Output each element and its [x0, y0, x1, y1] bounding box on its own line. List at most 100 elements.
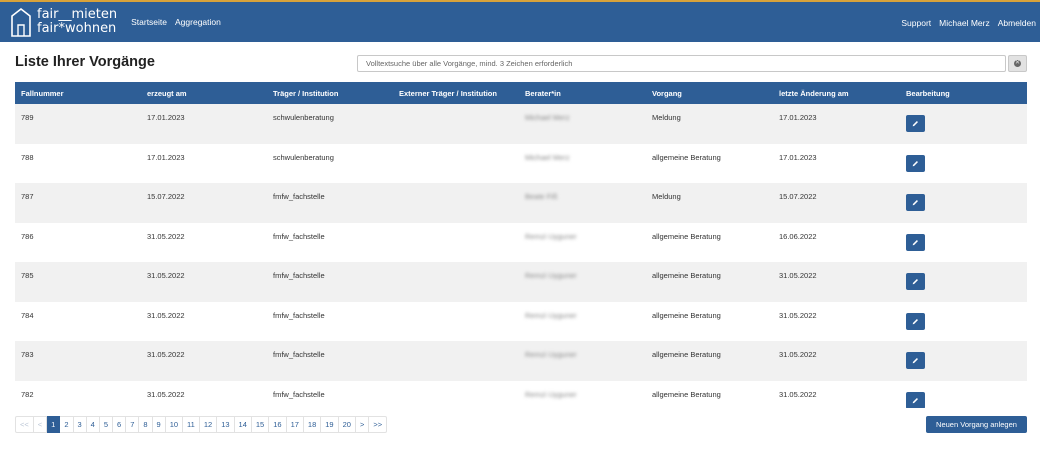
- pagination-page[interactable]: 18: [303, 416, 322, 433]
- cell-externer-traeger: [393, 381, 519, 409]
- table-row[interactable]: 785 31.05.2022 fmfw_fachstelle Remzi Uygune…: [15, 262, 1027, 302]
- table-row[interactable]: 782 31.05.2022 fmfw_fachstelle Remzi Uygune…: [15, 380, 1027, 409]
- pagination-page[interactable]: 9: [152, 416, 166, 433]
- pagination: << < 1 2 3 4 5 6 7 8 9 10 11 12 13 14 15 16 17 18 19 20 > >…: [15, 416, 388, 433]
- pagination-page[interactable]: 5: [99, 416, 114, 433]
- cell-fallnummer: 783: [21, 350, 34, 359]
- cell-erzeugt-am: 31.05.2022: [147, 310, 185, 320]
- cell-externer-traeger: [393, 104, 519, 144]
- edit-button[interactable]: [906, 312, 925, 330]
- cell-berater: Michael Merz: [525, 152, 570, 162]
- edit-button[interactable]: [906, 391, 925, 408]
- pagination-page[interactable]: 1: [47, 416, 61, 433]
- edit-button[interactable]: [906, 154, 925, 172]
- pagination-page[interactable]: 10: [165, 416, 184, 433]
- pagination-prev[interactable]: <: [33, 416, 48, 433]
- table-row[interactable]: 783 31.05.2022 fmfw_fachstelle Remzi Uygune…: [15, 341, 1027, 381]
- nav-user-name[interactable]: Michael Merz: [939, 18, 990, 28]
- cell-externer-traeger: [393, 223, 519, 263]
- cell-bearbeitung: [900, 144, 1027, 184]
- pagination-page[interactable]: 7: [126, 416, 140, 433]
- col-traeger[interactable]: Träger / Institution: [267, 82, 393, 104]
- edit-button[interactable]: [906, 273, 925, 290]
- col-berater[interactable]: Berater*in: [519, 82, 646, 104]
- cell-letzte-aenderung: 15.07.2022: [779, 192, 817, 201]
- pagination-first[interactable]: <<: [15, 416, 34, 433]
- pagination-page[interactable]: 14: [234, 416, 252, 433]
- cell-fallnummer: 786: [21, 231, 34, 241]
- search-input[interactable]: [357, 55, 1006, 72]
- cell-externer-traeger: [393, 144, 519, 184]
- cell-bearbeitung: [900, 223, 1027, 263]
- pagination-page[interactable]: 2: [60, 416, 74, 433]
- col-vorgang[interactable]: Vorgang: [646, 82, 773, 104]
- pagination-next[interactable]: >: [355, 416, 370, 433]
- new-case-button[interactable]: Neuen Vorgang anlegen: [926, 416, 1027, 433]
- cell-berater: Michael Merz: [525, 113, 570, 122]
- col-bearbeitung: Bearbeitung: [906, 88, 950, 98]
- cell-traeger: fmfw_fachstelle: [273, 192, 325, 201]
- cell-berater: Beate Fiß: [525, 192, 558, 201]
- pagination-page[interactable]: 17: [286, 416, 304, 433]
- table-row[interactable]: 788 17.01.2023 schwulenberatung Michael Mer…: [15, 143, 1027, 184]
- pagination-page[interactable]: 11: [183, 416, 200, 433]
- col-fallnummer[interactable]: Fallnummer: [15, 82, 141, 104]
- col-letzte-aenderung[interactable]: letzte Änderung am: [773, 82, 900, 104]
- cell-erzeugt-am: 17.01.2023: [147, 113, 185, 122]
- pagination-page[interactable]: 13: [217, 416, 235, 433]
- col-externer-traeger[interactable]: Externer Träger / Institution: [393, 82, 519, 104]
- search-clear-button[interactable]: ✕: [1008, 55, 1027, 72]
- nav-logout[interactable]: Abmelden: [998, 18, 1036, 28]
- cell-traeger: fmfw_fachstelle: [273, 231, 325, 241]
- pagination-page[interactable]: 20: [338, 416, 356, 433]
- nav-startseite[interactable]: Startseite: [131, 17, 167, 27]
- pagination-last[interactable]: >>: [369, 416, 388, 433]
- pagination-page[interactable]: 16: [269, 416, 287, 433]
- pagination-page[interactable]: 15: [251, 416, 270, 433]
- cell-vorgang: allgemeine Beratung: [652, 231, 721, 241]
- cell-berater: Remzi Uyguner: [525, 389, 577, 399]
- table-row[interactable]: 786 31.05.2022 fmfw_fachstelle Remzi Uygune…: [15, 222, 1027, 263]
- edit-button[interactable]: [906, 352, 925, 369]
- table-body: 789 17.01.2023 schwulenberatung Michael Mer…: [15, 104, 1027, 408]
- cell-erzeugt-am: 15.07.2022: [147, 192, 185, 201]
- pagination-page[interactable]: 4: [86, 416, 100, 433]
- pagination-page[interactable]: 6: [113, 416, 127, 433]
- nav-support[interactable]: Support: [901, 18, 931, 28]
- cell-letzte-aenderung: 31.05.2022: [779, 389, 817, 399]
- cell-erzeugt-am: 17.01.2023: [147, 152, 185, 162]
- pencil-icon: [912, 397, 918, 403]
- cell-berater: Remzi Uyguner: [525, 231, 577, 241]
- top-navbar: fair__mieten fair*wohnen Startseite Aggr…: [0, 0, 1040, 42]
- cases-table: Fallnummer erzeugt am Träger / Instituti…: [15, 82, 1027, 408]
- cell-bearbeitung: [900, 302, 1027, 342]
- edit-button[interactable]: [906, 115, 925, 132]
- table-row[interactable]: 789 17.01.2023 schwulenberatung Michael Mer…: [15, 104, 1027, 144]
- table-row[interactable]: 784 31.05.2022 fmfw_fachstelle Remzi Uygune…: [15, 301, 1027, 342]
- cell-letzte-aenderung: 31.05.2022: [779, 271, 817, 280]
- cell-fallnummer: 785: [21, 271, 34, 280]
- pagination-page[interactable]: 12: [199, 416, 218, 433]
- cell-fallnummer: 784: [21, 310, 34, 320]
- cell-berater: Remzi Uyguner: [525, 310, 577, 320]
- app-logo[interactable]: fair__mieten fair*wohnen: [10, 3, 117, 41]
- pencil-icon: [912, 121, 918, 127]
- pagination-page[interactable]: 8: [139, 416, 153, 433]
- col-erzeugt-am[interactable]: erzeugt am: [141, 82, 267, 104]
- edit-button[interactable]: [906, 194, 925, 211]
- cell-traeger: schwulenberatung: [273, 152, 334, 162]
- nav-right: Support Michael Merz Abmelden: [893, 18, 1036, 28]
- edit-button[interactable]: [906, 233, 925, 251]
- table-row[interactable]: 787 15.07.2022 fmfw_fachstelle Beate Fiß Mel…: [15, 183, 1027, 223]
- cell-fallnummer: 788: [21, 152, 34, 162]
- cell-traeger: fmfw_fachstelle: [273, 389, 325, 399]
- cell-letzte-aenderung: 17.01.2023: [779, 113, 817, 122]
- cell-vorgang: allgemeine Beratung: [652, 389, 721, 399]
- cell-vorgang: Meldung: [652, 192, 681, 201]
- pagination-page[interactable]: 3: [73, 416, 87, 433]
- pagination-page[interactable]: 19: [321, 416, 339, 433]
- nav-aggregation[interactable]: Aggregation: [175, 17, 221, 27]
- cell-fallnummer: 782: [21, 389, 34, 399]
- pencil-icon: [912, 239, 918, 245]
- cell-erzeugt-am: 31.05.2022: [147, 231, 185, 241]
